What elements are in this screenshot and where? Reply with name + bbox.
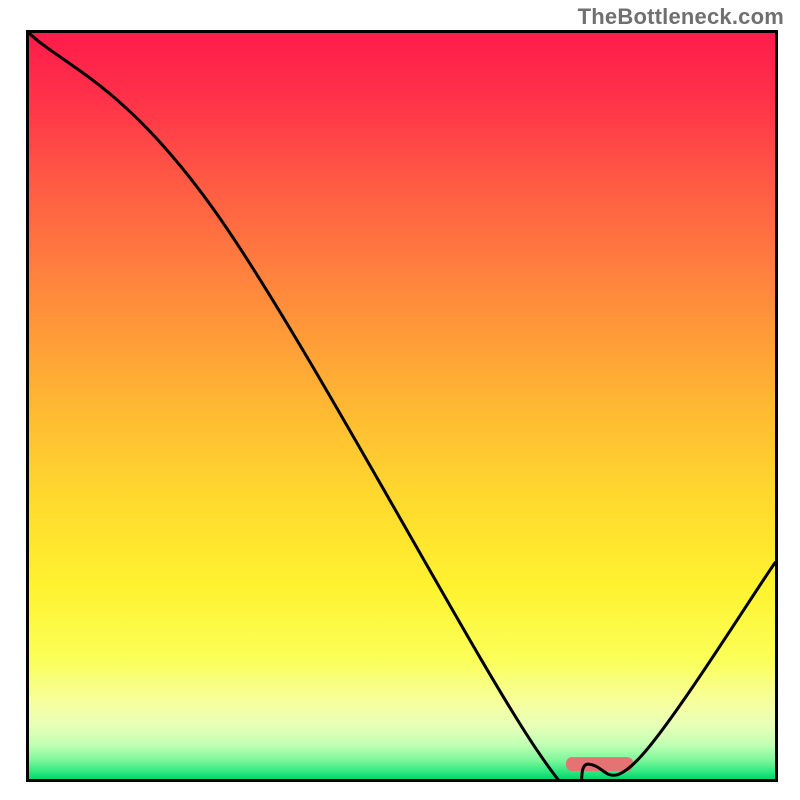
chart-svg bbox=[29, 33, 775, 779]
gradient-background bbox=[29, 33, 775, 779]
watermark-text: TheBottleneck.com bbox=[578, 4, 784, 30]
plot-area bbox=[26, 30, 778, 782]
chart-stage: TheBottleneck.com bbox=[0, 0, 800, 800]
